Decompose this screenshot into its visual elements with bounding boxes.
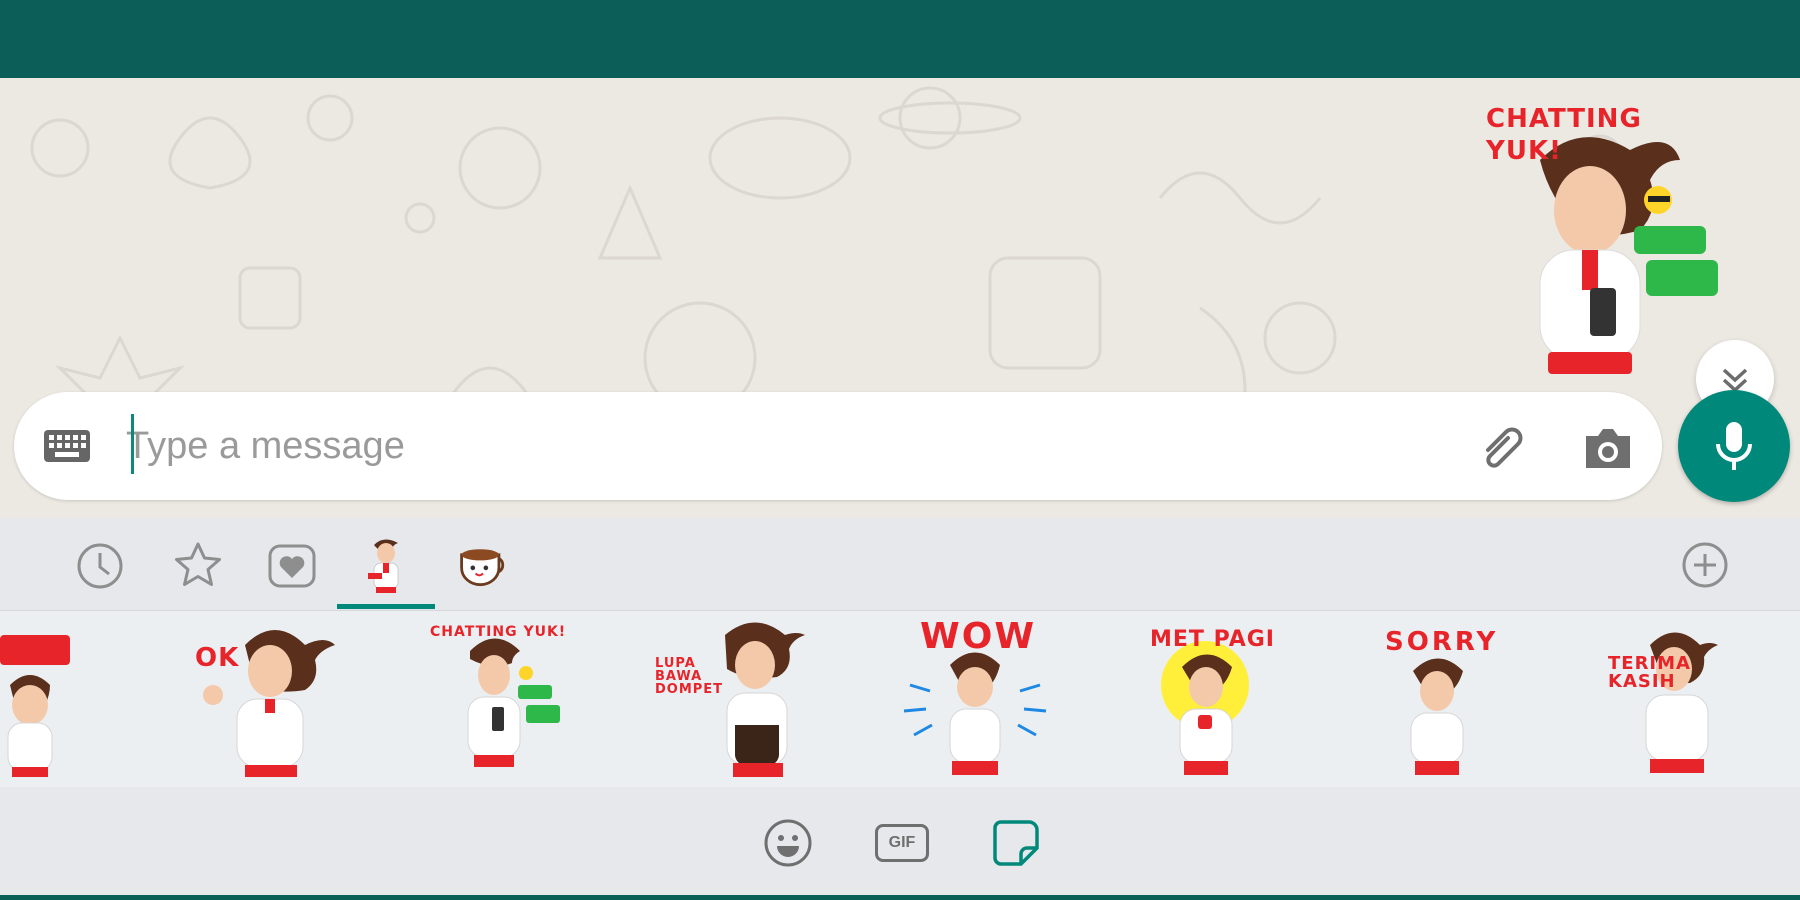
girl-sticker-illustration bbox=[0, 635, 70, 777]
sticker-terima-kasih-partial[interactable] bbox=[0, 615, 130, 785]
sticker-caption-line2: YUK! bbox=[1486, 136, 1562, 166]
tab-favorites[interactable] bbox=[170, 538, 226, 594]
sticker-caption: OK bbox=[195, 643, 240, 673]
star-icon bbox=[175, 542, 221, 586]
girl-sticker-illustration bbox=[1645, 632, 1718, 773]
gif-label: GIF bbox=[875, 824, 929, 862]
sticker-lupa-bawa-dompet[interactable]: LUPA BAWA DOMPET bbox=[655, 615, 825, 785]
message-input[interactable] bbox=[118, 412, 1446, 480]
sticker-caption: TERIMA KASIH bbox=[1608, 653, 1691, 692]
paperclip-icon[interactable] bbox=[1474, 420, 1530, 476]
sticker-button[interactable] bbox=[990, 817, 1042, 869]
camera-icon[interactable] bbox=[1580, 420, 1636, 476]
text-cursor bbox=[131, 414, 134, 474]
sticker-caption: SORRY bbox=[1385, 627, 1499, 657]
sticker-ok[interactable]: OK bbox=[185, 615, 355, 785]
sticker-caption: CHATTING YUK! bbox=[430, 624, 567, 640]
girl-sticker-illustration bbox=[203, 630, 335, 777]
sticker-chatting-yuk[interactable]: CHATTING YUK! bbox=[410, 615, 580, 785]
tab-love[interactable] bbox=[264, 538, 320, 594]
sticker-met-pagi[interactable]: MET PAGI bbox=[1120, 615, 1290, 785]
app-header bbox=[0, 0, 1800, 78]
girl-sticker-illustration bbox=[467, 638, 560, 767]
girl-sticker-pack-icon bbox=[368, 539, 399, 593]
recent-clock-icon bbox=[77, 543, 123, 589]
coffee-cup-pack-icon bbox=[460, 549, 505, 586]
sticker-icon bbox=[993, 820, 1039, 866]
add-sticker-pack-icon[interactable] bbox=[1680, 540, 1730, 590]
sticker-caption: MET PAGI bbox=[1150, 627, 1275, 652]
smiley-icon bbox=[764, 819, 812, 867]
girl-sticker-illustration bbox=[725, 622, 805, 777]
received-sticker[interactable]: CHATTING YUK! bbox=[1470, 90, 1740, 380]
sticker-grid: OK CHATTING YUK! LUPA BAWA DOMPET WOW ME… bbox=[0, 611, 1800, 787]
sticker-caption: LUPA BAWA DOMPET bbox=[655, 656, 724, 697]
sticker-sorry[interactable]: SORRY bbox=[1355, 615, 1525, 785]
gif-button[interactable]: GIF bbox=[874, 817, 930, 869]
sticker-caption: WOW bbox=[920, 616, 1037, 657]
message-composer bbox=[14, 392, 1662, 500]
voice-record-button[interactable] bbox=[1678, 390, 1790, 502]
tab-girl-sticker-pack[interactable] bbox=[358, 538, 414, 594]
keyboard-icon[interactable] bbox=[42, 426, 92, 466]
tab-coffee-sticker-pack[interactable] bbox=[456, 538, 512, 594]
emoji-gif-sticker-bar: GIF bbox=[0, 787, 1800, 895]
emoji-button[interactable] bbox=[762, 817, 814, 869]
sticker-terima-kasih[interactable]: TERIMA KASIH bbox=[1590, 615, 1760, 785]
sticker-pack-tabs bbox=[0, 518, 1800, 611]
microphone-icon bbox=[1716, 422, 1752, 470]
tab-recent[interactable] bbox=[72, 538, 128, 594]
bottom-edge bbox=[0, 895, 1800, 900]
active-tab-indicator bbox=[337, 604, 435, 609]
heart-icon bbox=[268, 544, 316, 588]
sticker-wow[interactable]: WOW bbox=[890, 615, 1060, 785]
sticker-caption-line1: CHATTING bbox=[1486, 104, 1642, 134]
